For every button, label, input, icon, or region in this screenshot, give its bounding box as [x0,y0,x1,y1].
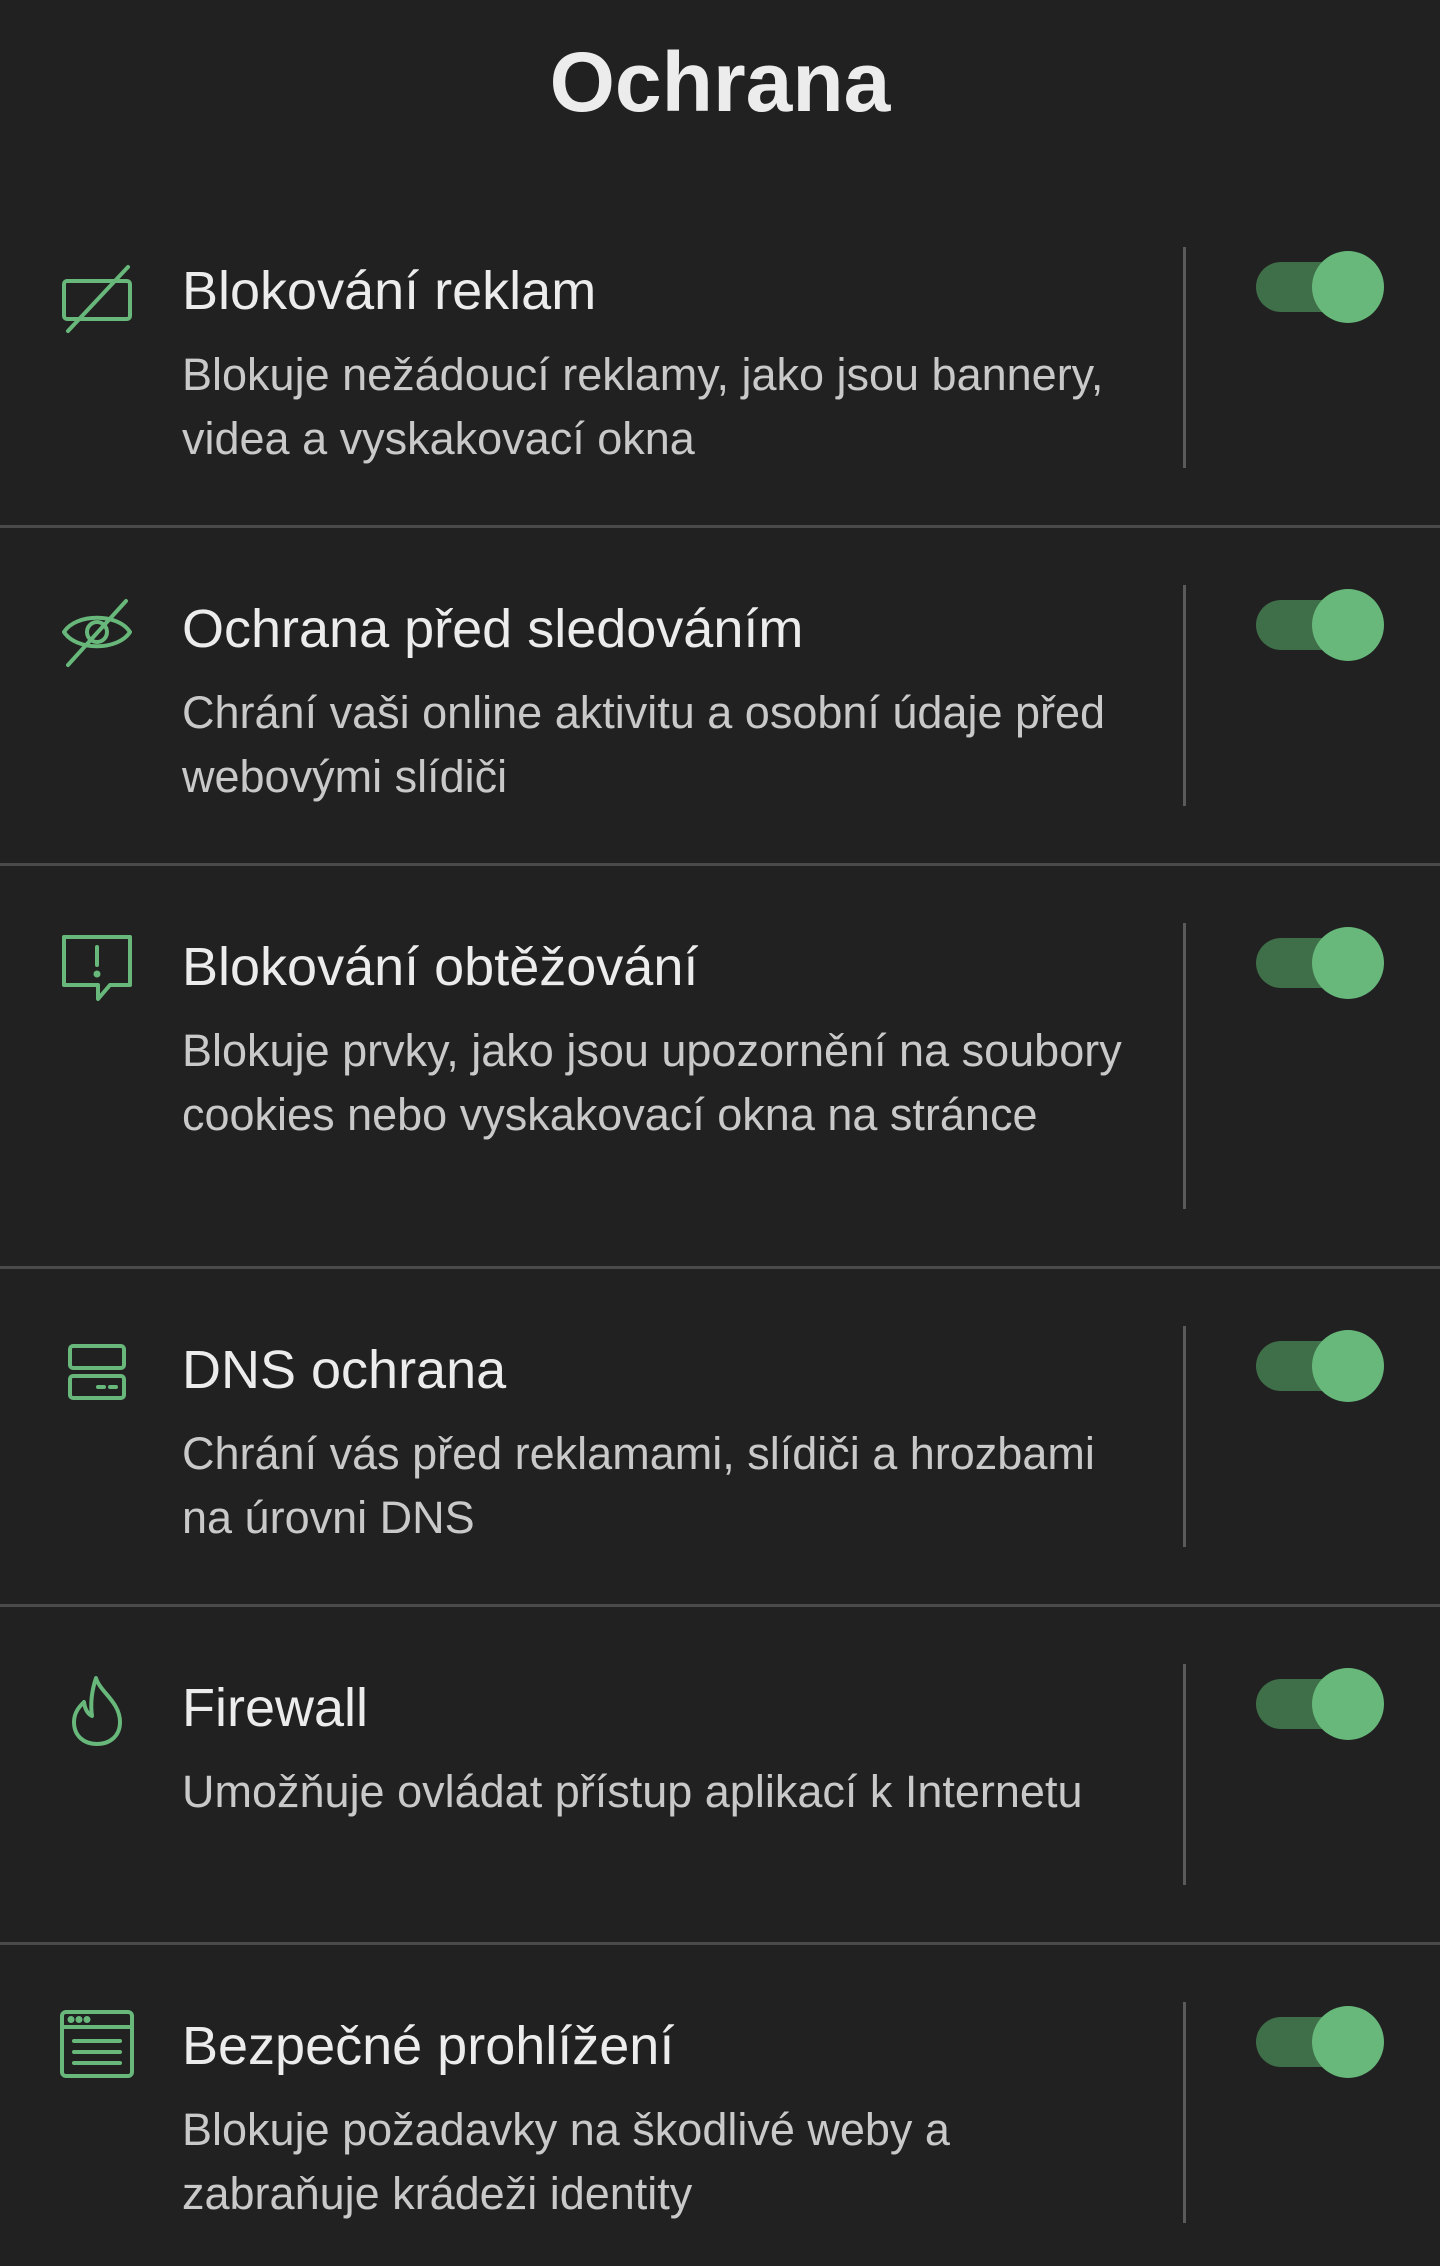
alert-message-icon [58,929,136,1007]
item-title: Bezpečné prohlížení [182,2016,675,2076]
item-description: Blokuje prvky, jako jsou upozornění na s… [182,1025,1122,1140]
protection-item-safe-browsing[interactable]: Bezpečné prohlížení Blokuje požadavky na… [0,2000,1440,2266]
divider [0,863,1440,866]
protection-item-annoyances[interactable]: Blokování obtěžování Blokuje prvky, jako… [0,921,1440,1266]
ad-blocking-toggle[interactable] [1256,251,1386,323]
safe-browsing-toggle[interactable] [1256,2006,1386,2078]
annoyances-toggle[interactable] [1256,927,1386,999]
protection-item-tracking[interactable]: Ochrana před sledováním Chrání vaši onli… [0,583,1440,863]
item-description: Chrání vaši online aktivitu a osobní úda… [182,687,1106,802]
vertical-divider [1183,1664,1186,1885]
item-description: Blokuje požadavky na škodlivé weby a zab… [182,2104,950,2219]
toggle-knob [1312,1668,1384,1740]
item-title: Firewall [182,1678,369,1738]
page-title: Ochrana [549,35,891,129]
eye-off-icon [58,593,136,671]
vertical-divider [1183,247,1186,468]
browser-window-icon [58,2005,136,2083]
item-description: Blokuje nežádoucí reklamy, jako jsou ban… [182,349,1104,464]
protection-item-ad-blocking[interactable]: Blokování reklam Blokuje nežádoucí rekla… [0,245,1440,525]
toggle-knob [1312,1330,1384,1402]
toggle-knob [1312,927,1384,999]
ad-block-icon [58,257,136,335]
divider [0,1266,1440,1269]
dns-toggle[interactable] [1256,1330,1386,1402]
item-title: Ochrana před sledováním [182,599,804,659]
vertical-divider [1183,2002,1186,2223]
item-title: DNS ochrana [182,1340,507,1400]
vertical-divider [1183,585,1186,806]
dns-server-icon [58,1334,136,1412]
divider [0,1942,1440,1945]
protection-item-dns[interactable]: DNS ochrana Chrání vás před reklamami, s… [0,1324,1440,1604]
toggle-knob [1312,589,1384,661]
item-description: Chrání vás před reklamami, slídiči a hro… [182,1428,1095,1543]
divider [0,525,1440,528]
protection-item-firewall[interactable]: Firewall Umožňuje ovládat přístup aplika… [0,1662,1440,1942]
toggle-knob [1312,251,1384,323]
tracking-toggle[interactable] [1256,589,1386,661]
firewall-toggle[interactable] [1256,1668,1386,1740]
item-description: Umožňuje ovládat přístup aplikací k Inte… [182,1766,1083,1817]
divider [0,1604,1440,1607]
item-title: Blokování obtěžování [182,937,699,997]
flame-icon [58,1672,136,1750]
item-title: Blokování reklam [182,261,597,321]
vertical-divider [1183,923,1186,1209]
vertical-divider [1183,1326,1186,1547]
toggle-knob [1312,2006,1384,2078]
